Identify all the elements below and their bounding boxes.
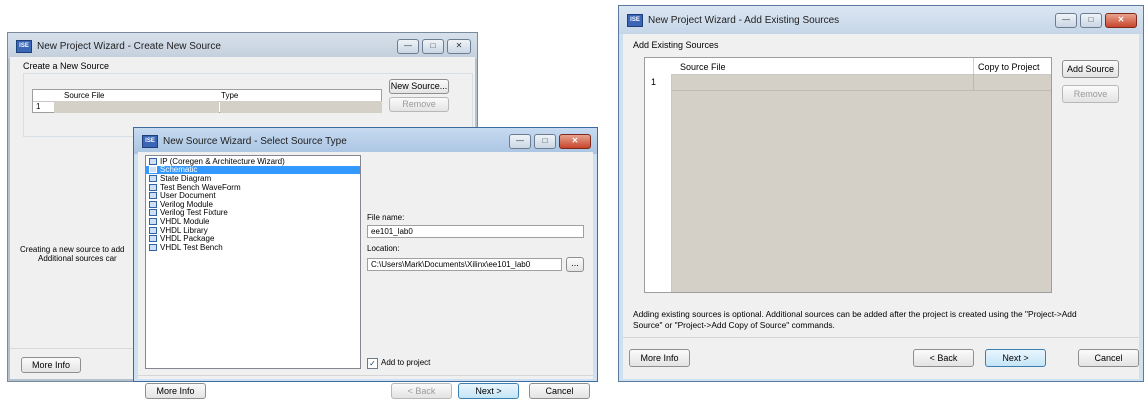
col-type: Type [221,91,239,100]
title-bar[interactable]: ISE New Project Wizard - Add Existing So… [619,6,1143,34]
source-type-icon [149,243,157,251]
source-type-item[interactable]: VHDL Module [146,217,360,226]
type-cell[interactable] [220,101,382,113]
ise-app-icon: ISE [142,134,158,148]
source-type-item[interactable]: Test Bench WaveForm [146,183,360,192]
close-icon[interactable]: ✕ [447,38,471,54]
cancel-button[interactable]: Cancel [529,383,590,399]
maximize-icon[interactable]: □ [422,38,444,54]
table-header: Source File Copy to Project [645,58,1051,75]
footer-divider [138,375,593,376]
section-title: Add Existing Sources [633,40,719,50]
source-type-item[interactable]: Schematic [146,165,360,174]
new-source-wizard-window: ISE New Source Wizard - Select Source Ty… [133,127,598,399]
ise-app-icon: ISE [16,39,32,53]
source-type-item[interactable]: VHDL Test Bench [146,243,360,252]
source-type-icon [149,217,157,225]
next-button[interactable]: Next > [458,383,519,399]
new-source-button[interactable]: New Source... [389,79,449,94]
remove-button[interactable]: Remove [1062,85,1119,103]
browse-button[interactable]: ... [566,257,584,272]
header-divider [973,58,974,74]
source-type-item[interactable]: State Diagram [146,174,360,183]
maximize-icon[interactable]: □ [1080,12,1102,28]
info-text-line2: Source" or "Project->Add Copy of Source"… [633,320,835,330]
source-type-item[interactable]: Verilog Test Fixture [146,208,360,217]
add-to-project-checkbox[interactable]: ✓ [367,358,378,369]
location-input[interactable]: C:\Users\Mark\Documents\Xilinx\ee101_lab… [367,258,562,271]
window-title: New Project Wizard - Add Existing Source… [648,14,840,26]
add-existing-sources-window: ISE New Project Wizard - Add Existing So… [618,5,1144,382]
back-button[interactable]: < Back [913,349,974,367]
source-type-list[interactable]: IP (Coregen & Architecture Wizard) Schema… [145,155,361,369]
next-button[interactable]: Next > [985,349,1046,367]
info-text-line1: Creating a new source to add [20,245,125,254]
minimize-icon[interactable]: — [397,38,419,54]
row-number: 1 [36,102,41,111]
section-title: Create a New Source [23,61,110,71]
source-type-label: VHDL Test Bench [160,242,223,252]
more-info-button[interactable]: More Info [145,383,206,399]
window-title: New Source Wizard - Select Source Type [163,135,347,147]
table-row[interactable] [672,74,1051,91]
add-to-project-label: Add to project [381,358,431,367]
source-type-icon [149,192,157,200]
col-source-file: Source File [680,62,726,72]
source-type-icon [149,157,157,165]
file-name-label: File name: [367,213,405,222]
ise-app-icon: ISE [627,13,643,27]
close-icon[interactable]: ✕ [1105,12,1137,28]
location-label: Location: [367,244,400,253]
source-type-item[interactable]: User Document [146,191,360,200]
remove-button[interactable]: Remove [389,97,449,112]
minimize-icon[interactable]: — [1055,12,1077,28]
source-type-icon [149,209,157,217]
source-type-item[interactable]: IP (Coregen & Architecture Wizard) [146,157,360,166]
file-name-input[interactable]: ee101_lab0 [367,225,584,238]
title-bar[interactable]: ISE New Source Wizard - Select Source Ty… [134,128,597,154]
source-type-icon [149,166,157,174]
source-type-icon [149,235,157,243]
title-bar[interactable]: ISE New Project Wizard - Create New Sour… [8,33,477,59]
source-type-icon [149,174,157,182]
col-source-file: Source File [64,91,105,100]
add-source-button[interactable]: Add Source [1062,60,1119,78]
source-type-item[interactable]: Verilog Module [146,200,360,209]
cell-divider [973,74,974,90]
more-info-button[interactable]: More Info [629,349,690,367]
source-file-cell[interactable] [54,101,219,113]
source-type-icon [149,183,157,191]
close-icon[interactable]: ✕ [559,133,591,149]
col-copy-to-project: Copy to Project [978,62,1040,72]
info-text-line1: Adding existing sources is optional. Add… [633,309,1077,319]
window-title: New Project Wizard - Create New Source [37,40,221,52]
minimize-icon[interactable]: — [509,133,531,149]
info-text-line2: Additional sources car [38,254,117,263]
window-body: Add Existing Sources Source File Copy to… [623,34,1139,379]
new-sources-table[interactable]: Source File Type 1 [32,89,382,113]
wizard-body: IP (Coregen & Architecture Wizard) Schema… [138,152,593,399]
table-row[interactable]: 1 [33,101,382,113]
back-button[interactable]: < Back [391,383,452,399]
source-type-icon [149,200,157,208]
source-type-item[interactable]: VHDL Package [146,234,360,243]
maximize-icon[interactable]: □ [534,133,556,149]
existing-sources-table[interactable]: Source File Copy to Project 1 [644,57,1052,293]
source-type-icon [149,226,157,234]
more-info-button[interactable]: More Info [21,357,81,373]
row-number: 1 [651,77,657,87]
source-type-item[interactable]: VHDL Library [146,226,360,235]
footer-divider [623,337,1139,338]
row-header-column [645,74,672,292]
cancel-button[interactable]: Cancel [1078,349,1139,367]
